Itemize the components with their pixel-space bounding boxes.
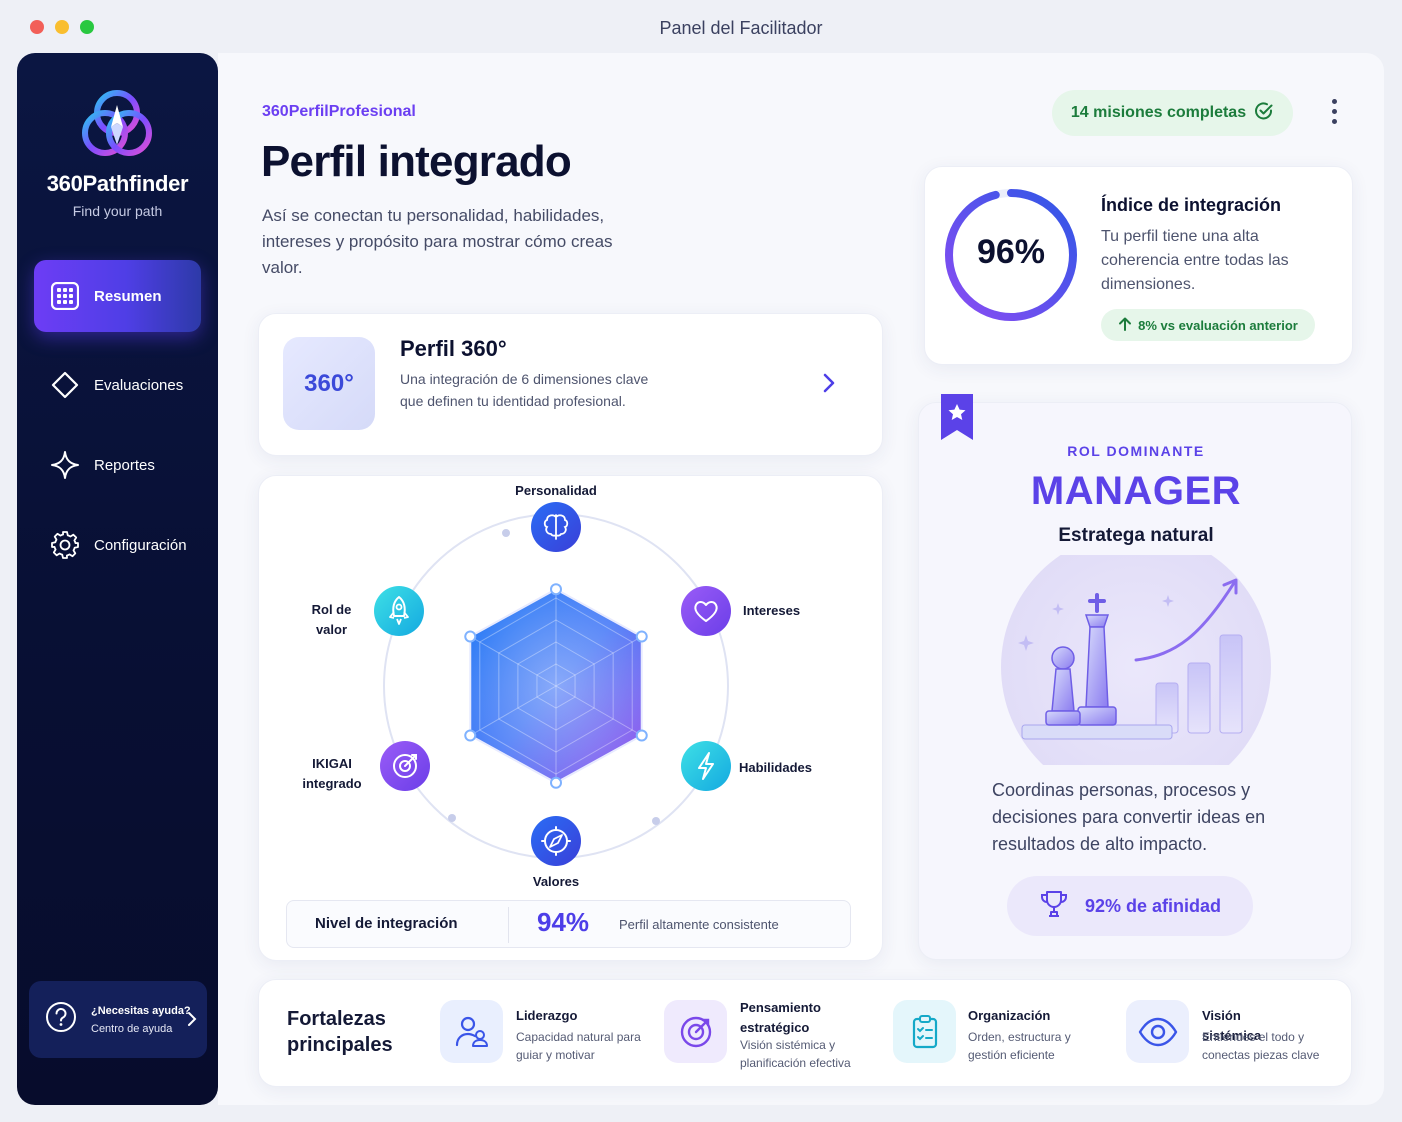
radar-label-habilidades: Habilidades <box>739 760 812 775</box>
grid-icon <box>50 281 80 311</box>
radar-point-1 <box>635 630 648 643</box>
gear-icon <box>50 530 80 560</box>
strengths-card: Fortalezas principales Liderazgo Capacid… <box>258 979 1352 1087</box>
sparkle-icon <box>50 450 80 480</box>
integration-index-title: Índice de integración <box>1101 195 1282 215</box>
target-icon <box>664 1000 727 1063</box>
question-icon <box>45 1001 77 1038</box>
integration-index-card: 96% Índice de integración Tu perfil tien… <box>924 166 1353 365</box>
brand-tagline: Find your path <box>72 203 163 219</box>
help-title: ¿Necesitas ayuda? <box>91 1004 191 1017</box>
role-description: Coordinas personas, procesos y decisione… <box>992 780 1266 854</box>
sidebar-item-evaluaciones[interactable]: Evaluaciones <box>34 349 201 421</box>
help-subtitle: Centro de ayuda <box>91 1022 173 1035</box>
chess-growth-illustration <box>1001 555 1271 765</box>
trophy-icon <box>1039 889 1069 924</box>
eye-icon <box>1126 1000 1189 1063</box>
dimension-icon-personalidad[interactable] <box>530 501 582 558</box>
role-name: MANAGER <box>1030 469 1242 513</box>
check-circle-icon <box>1254 101 1274 126</box>
strength-desc: Visión sistémica y planificación efectiv… <box>740 1038 851 1070</box>
dimension-icon-intereses[interactable] <box>680 585 732 642</box>
integration-delta-badge: 8% vs evaluación anterior <box>1101 309 1315 341</box>
integration-level-value: 94% <box>537 907 590 937</box>
window-titlebar: Panel del Facilitador <box>0 0 1402 54</box>
page-description: Así se conectan tu personalidad, habilid… <box>262 206 613 277</box>
role-kicker: ROL DOMINANTE <box>1067 443 1205 459</box>
bookmark-star-icon <box>941 394 973 440</box>
rocket-icon <box>374 586 424 636</box>
sidebar: 360Pathfinder Find your path Resumen Eva… <box>17 53 218 1105</box>
heart-icon <box>681 586 731 636</box>
sidebar-item-label: Reportes <box>94 456 155 474</box>
integration-index-description: Tu perfil tiene una alta coherencia entr… <box>1101 228 1289 293</box>
sidebar-item-label: Resumen <box>94 287 162 305</box>
integration-delta-label: 8% vs evaluación anterior <box>1138 317 1298 333</box>
arrow-up-icon <box>1118 317 1132 334</box>
dimension-icon-habilidades[interactable] <box>680 740 732 797</box>
missions-badge-label: 14 misiones completas <box>1070 104 1247 121</box>
radar-point-5 <box>464 630 477 643</box>
main-panel: 360PerfilProfesional Perfil integrado As… <box>218 53 1384 1105</box>
dimension-icon-valores[interactable] <box>530 815 582 872</box>
role-affinity-badge: 92% de afinidad <box>1007 876 1253 936</box>
sidebar-item-resumen[interactable]: Resumen <box>34 260 201 332</box>
integration-level-bar: Nivel de integración 94% Perfil altament… <box>286 900 851 948</box>
more-options-button[interactable] <box>1328 99 1340 127</box>
sidebar-item-configuracion[interactable]: Configuración <box>34 509 201 581</box>
brain-icon <box>531 502 581 552</box>
strength-desc: Entiendes el todo y conectas piezas clav… <box>1202 1030 1320 1062</box>
radar-label-ikigai: IKIGAI integrado <box>302 756 362 791</box>
target-icon <box>380 741 430 791</box>
strength-name: Organización <box>968 1008 1051 1023</box>
radar-point-0 <box>550 583 562 596</box>
missions-badge: 14 misiones completas <box>1052 90 1293 136</box>
integration-radar-card: Personalidad Intereses Habilidades Valor… <box>258 475 883 961</box>
radar-label-valores: Valores <box>532 874 580 889</box>
window-title: Panel del Facilitador <box>659 18 823 38</box>
integration-level-desc: Perfil altamente consistente <box>619 917 779 932</box>
diamond-icon <box>50 370 80 400</box>
strength-name: Liderazgo <box>516 1008 578 1023</box>
sidebar-item-label: Configuración <box>94 536 187 554</box>
strengths-title: Fortalezas principales <box>287 1008 393 1056</box>
profile-360-title: Perfil 360° <box>400 336 507 361</box>
strength-name: Pensamiento estratégico <box>740 1000 821 1035</box>
role-subtitle: Estratega natural <box>1058 525 1214 546</box>
radar-label-intereses: Intereses <box>743 603 801 618</box>
profile-360-description: Una integración de 6 dimensiones clave q… <box>400 371 649 409</box>
people-icon <box>440 1000 503 1063</box>
integration-index-value: 96% <box>976 233 1046 271</box>
radar-point-4 <box>464 729 477 742</box>
breadcrumb[interactable]: 360PerfilProfesional <box>262 103 416 121</box>
strength-desc: Capacidad natural para guiar y motivar <box>516 1030 641 1062</box>
dominant-role-card: ROL DOMINANTE MANAGER Estratega natural <box>918 394 1352 960</box>
radar-label-rol: Rol de valor <box>311 602 352 637</box>
chevron-right-icon <box>187 1011 197 1032</box>
page-title: Perfil integrado <box>261 137 572 186</box>
radar-point-3 <box>550 776 562 789</box>
compass-icon <box>531 816 581 866</box>
radar-label-personalidad: Personalidad <box>515 483 597 498</box>
dimension-icon-ikigai[interactable] <box>379 740 431 797</box>
help-center-button[interactable]: ¿Necesitas ayuda? Centro de ayuda <box>29 981 207 1058</box>
role-affinity-label: 92% de afinidad <box>1084 895 1222 916</box>
strength-desc: Orden, estructura y gestión eficiente <box>968 1030 1071 1062</box>
sidebar-item-reportes[interactable]: Reportes <box>34 429 201 501</box>
chevron-right-icon[interactable] <box>822 372 836 399</box>
integration-level-label: Nivel de integración <box>315 915 458 932</box>
profile-360-card[interactable]: 360° Perfil 360° Una integración de 6 di… <box>258 313 883 456</box>
profile-360-badge: 360° <box>283 337 375 430</box>
clipboard-icon <box>893 1000 956 1063</box>
lightning-icon <box>681 741 731 791</box>
app-logo-icon <box>82 90 152 156</box>
radar-point-2 <box>635 729 648 742</box>
sidebar-item-label: Evaluaciones <box>94 376 184 394</box>
dimension-icon-rol[interactable] <box>373 585 425 642</box>
brand-name: 360Pathfinder <box>46 171 189 196</box>
